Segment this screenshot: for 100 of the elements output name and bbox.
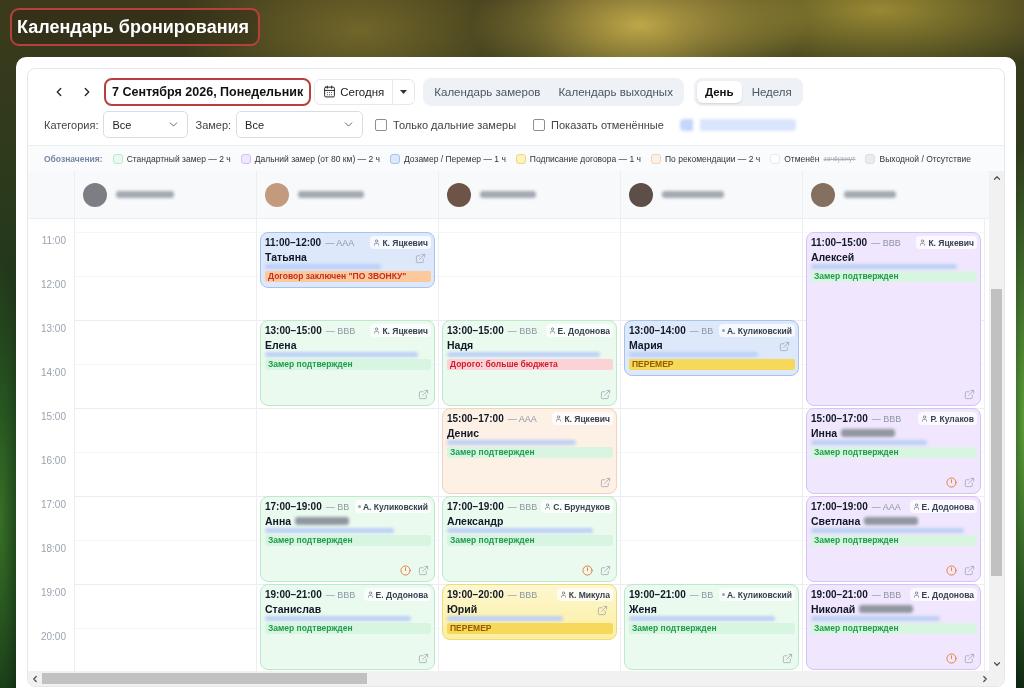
filter-label: Замер: (195, 118, 232, 131)
client-name: Женя (629, 602, 657, 615)
external-link-icon[interactable] (600, 565, 611, 576)
event-card[interactable]: 13:00–15:00 — BBB Е. Додонова Надя Дорого: больше бюджета (442, 320, 617, 406)
external-link-icon[interactable] (415, 253, 426, 264)
legend-label: По рекомендации — 2 ч (664, 153, 761, 164)
client-name: Алексей (811, 250, 855, 263)
person-icon (373, 239, 381, 246)
event-code: — BB (325, 502, 350, 512)
event-card[interactable]: 17:00–19:00 — BB А. Куликовский Анна Замер подтвержден (260, 496, 435, 582)
external-link-icon[interactable] (964, 565, 975, 576)
view-tab[interactable]: Неделя (743, 80, 800, 103)
chevron-up-icon[interactable] (991, 173, 1002, 183)
event-time: 13:00–15:00 (265, 325, 322, 336)
external-link-icon[interactable] (600, 389, 611, 400)
event-code: — BBB (507, 326, 538, 336)
scrollbar-thumb[interactable] (991, 289, 1002, 576)
external-link-icon[interactable] (964, 653, 975, 664)
blurred-link[interactable] (679, 118, 796, 131)
time-label: 11:00 (41, 235, 66, 247)
legend-swatch (865, 153, 876, 164)
calendar-tab[interactable]: Календарь выходных (550, 80, 681, 103)
dropdown[interactable]: Все (236, 111, 364, 138)
event-tag: ПЕРЕМЕР (629, 359, 795, 370)
external-link-icon[interactable] (782, 653, 793, 664)
assignee-name: Е. Додонова (921, 501, 974, 512)
time-label: 20:00 (40, 631, 66, 643)
view-tab[interactable]: День (696, 80, 742, 103)
chevron-left-icon[interactable] (30, 673, 40, 684)
event-code: — AAA (871, 502, 901, 512)
checkbox-label[interactable]: Показать отменённые (551, 118, 664, 131)
event-card[interactable]: 11:00–12:00 — AAA К. Яцкевич Татьяна Договор заключен "ПО ЗВОНКУ" (260, 232, 435, 288)
event-tag: Замер подтвержден (447, 535, 613, 546)
time-label: 14:00 (40, 367, 66, 379)
external-link-icon[interactable] (418, 565, 429, 576)
client-name: Елена (265, 338, 297, 351)
client-name: Денис (447, 426, 480, 439)
legend-label: Стандартный замер — 2 ч (126, 153, 231, 164)
legend-swatch (240, 153, 251, 164)
dropdown-button[interactable] (393, 78, 416, 105)
external-link-icon[interactable] (597, 605, 608, 616)
external-link-icon[interactable] (418, 389, 429, 400)
assignee-name: А. Куликовский (726, 589, 792, 600)
assignee-name: Е. Додонова (375, 589, 428, 600)
event-tag: Замер подтвержден (265, 623, 431, 634)
event-card[interactable]: 15:00–17:00 — BBB Р. Кулаков Инна Замер подтвержден (806, 408, 981, 494)
event-card[interactable]: 11:00–15:00 — BBB К. Яцкевич Алексей Замер подтвержден (806, 232, 981, 406)
chevron-right-icon[interactable] (980, 673, 990, 684)
horizontal-scrollbar[interactable] (28, 671, 1004, 686)
event-code: — BBB (325, 326, 356, 336)
filter-label: Категория: (44, 118, 99, 131)
checkbox[interactable] (533, 118, 546, 131)
external-link-icon[interactable] (779, 341, 790, 352)
time-label: 18:00 (40, 543, 66, 555)
event-time: 17:00–19:00 (447, 501, 504, 512)
event-card[interactable]: 19:00–20:00 — BBB К. Микула Юрий ПЕРЕМЕР (442, 584, 617, 640)
checkbox[interactable] (375, 118, 388, 131)
external-link-icon[interactable] (600, 477, 611, 488)
person-icon (912, 503, 920, 510)
client-name: Николай (811, 602, 856, 615)
event-card[interactable]: 19:00–21:00 — BB А. Куликовский Женя Замер подтвержден (624, 584, 799, 670)
assignee-name: С. Брундуков (553, 501, 610, 512)
event-time: 19:00–21:00 (811, 589, 868, 600)
event-card[interactable]: 17:00–19:00 — BBB С. Брундуков Александр Замер подтвержден (442, 496, 617, 582)
scrollbar-thumb[interactable] (42, 673, 367, 684)
vertical-scrollbar[interactable] (989, 171, 1004, 671)
event-card[interactable]: 19:00–21:00 — BBB Е. Додонова Николай Замер подтвержден (806, 584, 981, 670)
assignee-name: Е. Додонова (921, 589, 974, 600)
event-code: — BBB (871, 414, 902, 424)
event-card[interactable]: 13:00–14:00 — BB А. Куликовский Мария ПЕРЕМЕР (624, 320, 799, 376)
avatar (83, 182, 107, 207)
event-time: 17:00–19:00 (811, 501, 868, 512)
event-card[interactable]: 17:00–19:00 — AAA Е. Додонова Светлана Замер подтвержден (806, 496, 981, 582)
client-name: Надя (447, 338, 474, 351)
legend-swatch (390, 153, 400, 164)
event-time: 13:00–14:00 (629, 325, 686, 336)
chevron-down-icon[interactable] (991, 659, 1002, 669)
event-card[interactable]: 19:00–21:00 — BBB Е. Додонова Станислав Замер подтвержден (260, 584, 435, 670)
legend-swatch (515, 153, 526, 164)
external-link-icon[interactable] (964, 477, 975, 488)
external-link-icon[interactable] (418, 653, 429, 664)
assignee-name: А. Куликовский (726, 325, 792, 336)
event-tag: Договор заключен "ПО ЗВОНКУ" (265, 271, 431, 282)
date-label: 7 Сентября 2026, Понедельник (104, 77, 312, 106)
calendar-tab[interactable]: Календарь замеров (426, 80, 549, 103)
event-card[interactable]: 13:00–15:00 — BBB К. Яцкевич Елена Замер подтвержден (260, 320, 435, 406)
blurred-text (298, 191, 364, 198)
assignee-name: К. Микула (568, 589, 610, 600)
assignee-name: К. Яцкевич (564, 413, 610, 424)
checkbox-label[interactable]: Только дальние замеры (393, 118, 517, 131)
external-link-icon[interactable] (964, 389, 975, 400)
legend-swatch (112, 153, 123, 164)
today-button[interactable]: Сегодня (314, 78, 394, 105)
event-time: 19:00–21:00 (265, 589, 322, 600)
person-icon (373, 327, 381, 334)
event-card[interactable]: 15:00–17:00 — AAA К. Яцкевич Денис Замер подтвержден (442, 408, 617, 494)
calendar-icon (323, 85, 337, 98)
event-tag: Замер подтвержден (811, 535, 977, 546)
dot-icon (721, 593, 725, 596)
dropdown[interactable]: Все (103, 111, 189, 138)
